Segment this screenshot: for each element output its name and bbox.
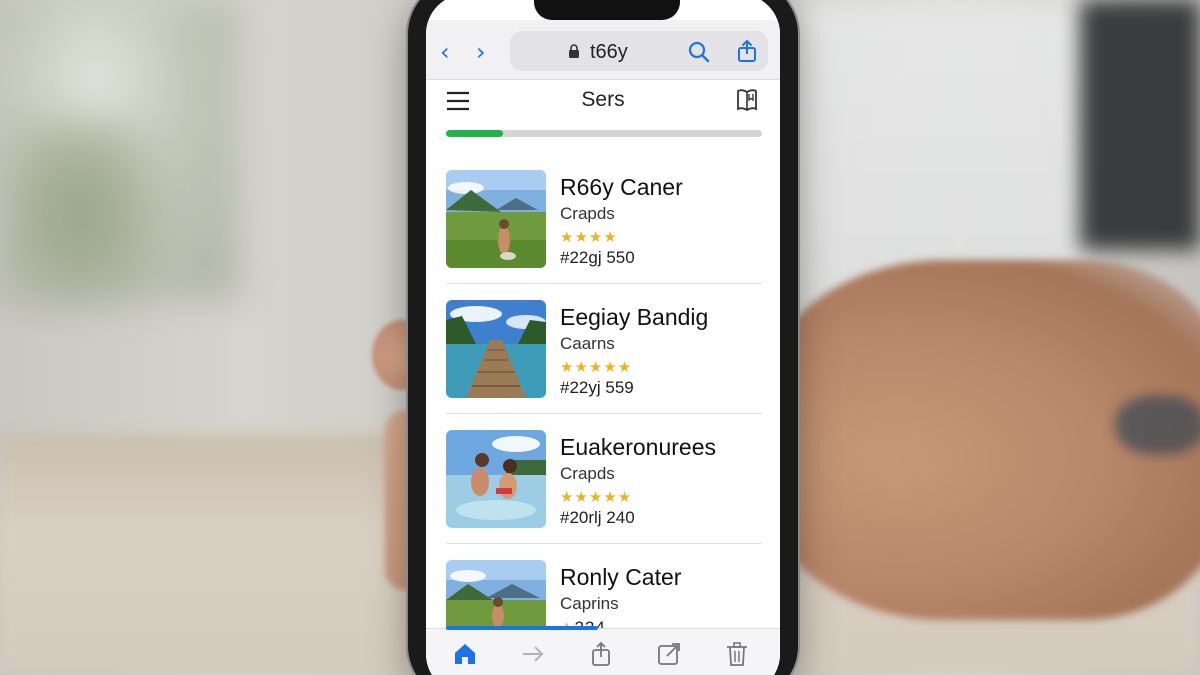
progress-bar [446, 130, 762, 137]
page-title: Sers [581, 88, 625, 111]
star-rating: ★★★★ [560, 228, 618, 246]
thumbnail-image [446, 430, 546, 528]
book-icon[interactable] [736, 88, 758, 112]
chevron-left-icon[interactable]: ‹ [440, 40, 450, 64]
item-title[interactable]: Ronly Cater [560, 564, 681, 591]
active-indicator [446, 626, 598, 630]
phone-screen: ‹ › t66y Sers R66y Caner Crapds ★★★★ #22… [426, 0, 780, 675]
list-item[interactable]: R66y Caner Crapds ★★★★ #22gj 550 [446, 154, 762, 284]
item-price: #22yj 559 [560, 378, 634, 397]
item-subtitle: Caarns [560, 334, 615, 353]
search-icon[interactable] [688, 41, 710, 63]
share-icon[interactable] [736, 39, 758, 63]
thumbnail-image [446, 170, 546, 268]
open-external-icon[interactable] [656, 641, 682, 667]
forward-arrow-icon[interactable] [520, 641, 546, 667]
phone-notch [534, 0, 680, 20]
url-field[interactable]: t66y [510, 31, 768, 71]
item-price: #22gj 550 [560, 248, 635, 267]
bottom-toolbar [426, 626, 780, 675]
phone: ‹ › t66y Sers R66y Caner Crapds ★★★★ #22… [408, 0, 798, 675]
thumbnail-image [446, 300, 546, 398]
item-subtitle: Crapds [560, 464, 615, 483]
trash-icon[interactable] [724, 641, 750, 667]
item-subtitle: Crapds [560, 204, 615, 223]
list-item[interactable]: Eegiay Bandig Caarns ★★★★★ #22yj 559 [446, 284, 762, 414]
browser-bar: ‹ › t66y [426, 20, 780, 80]
background-plant [10, 120, 150, 300]
star-rating: ★★★★★ [560, 358, 633, 376]
item-title[interactable]: Euakeronurees [560, 434, 716, 461]
result-list: R66y Caner Crapds ★★★★ #22gj 550 Eegiay … [446, 154, 762, 674]
share-icon[interactable] [588, 641, 614, 667]
item-title[interactable]: R66y Caner [560, 174, 683, 201]
background-tattoo [1115, 395, 1200, 455]
progress-fill [446, 130, 503, 137]
item-subtitle: Caprins [560, 594, 619, 613]
item-title[interactable]: Eegiay Bandig [560, 304, 708, 331]
home-icon[interactable] [452, 641, 478, 667]
background-monitor [1080, 0, 1200, 250]
lock-icon [569, 44, 579, 58]
list-item[interactable]: Euakeronurees Crapds ★★★★★ #20rlj 240 [446, 414, 762, 544]
page-header: Sers [426, 80, 780, 128]
star-rating: ★★★★★ [560, 488, 633, 506]
item-price: #20rlj 240 [560, 508, 635, 527]
url-text: t66y [590, 41, 628, 63]
chevron-right-icon[interactable]: › [476, 40, 486, 64]
